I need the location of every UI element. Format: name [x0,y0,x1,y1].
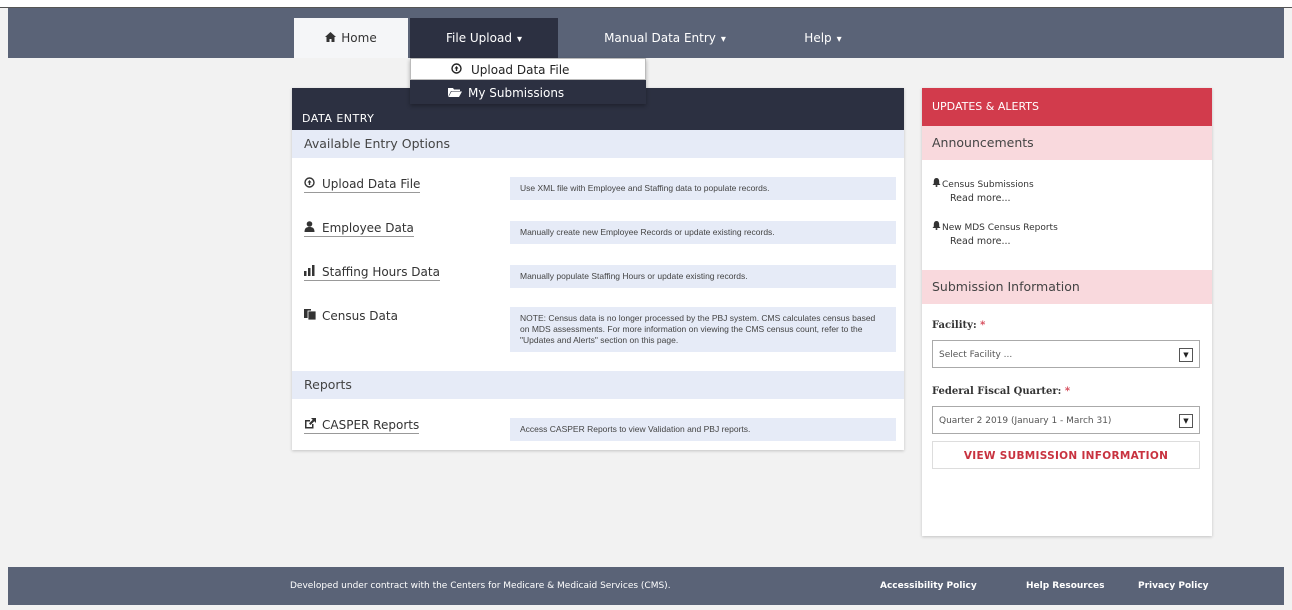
bar-chart-icon [304,265,318,279]
dropdown-my-submissions[interactable]: My Submissions [410,82,646,104]
nav-file-upload[interactable]: File Upload ▾ [410,18,558,58]
user-icon [304,221,318,235]
facility-select-value: Select Facility ... [939,350,1013,360]
facility-select[interactable]: Select Facility ... ▼ [932,340,1200,368]
chevron-down-icon: ▾ [516,34,522,45]
bell-icon [932,178,942,190]
facility-label-text: Facility: [932,320,977,331]
nav-home-label: Home [341,31,377,45]
privacy-policy-link[interactable]: Privacy Policy [1138,567,1209,605]
nav-manual-data-entry[interactable]: Manual Data Entry ▾ [580,18,750,58]
chevron-down-icon: ▼ [1179,414,1193,428]
accessibility-policy-link[interactable]: Accessibility Policy [880,567,977,605]
entry-description: NOTE: Census data is no longer processed… [510,307,896,352]
chevron-down-icon: ▼ [1179,348,1193,362]
file-upload-dropdown: Upload Data File My Submissions [410,58,646,104]
dropdown-submissions-label: My Submissions [468,86,565,100]
footer-text: Developed under contract with the Center… [290,581,671,591]
external-link-icon [304,418,318,432]
casper-reports-link[interactable]: CASPER Reports [304,418,420,434]
required-marker: * [980,320,986,331]
required-marker: * [1064,386,1071,397]
nav-manual-label: Manual Data Entry [604,31,716,45]
entry-casper-reports: CASPER Reports Access CASPER Reports to … [304,418,900,452]
entry-description: Access CASPER Reports to view Validation… [510,418,896,441]
chevron-down-icon: ▾ [836,34,842,45]
entry-description: Manually populate Staffing Hours or upda… [510,265,896,288]
main-navbar: Home File Upload ▾ Manual Data Entry ▾ Hel… [8,8,1284,58]
upload-circle-icon [304,177,318,191]
federal-fiscal-quarter-select[interactable]: Quarter 2 2019 (January 1 - March 31) ▼ [932,406,1200,434]
upload-circle-icon [451,59,467,81]
entry-label: Census Data [322,309,398,323]
entry-staffing-hours-data: Staffing Hours Data Manually populate St… [304,265,900,299]
quarter-label: Federal Fiscal Quarter: * [932,386,1070,397]
data-entry-panel: DATA ENTRY Available Entry Options Uploa… [292,88,904,450]
footer: Developed under contract with the Center… [8,567,1284,605]
facility-label: Facility: * [932,320,985,331]
chevron-down-icon: ▾ [720,34,726,45]
read-more-link[interactable]: Read more... [950,193,1202,204]
entry-label: CASPER Reports [322,418,420,432]
home-icon [325,18,337,58]
upload-data-file-link[interactable]: Upload Data File [304,177,421,193]
reports-header: Reports [292,371,904,399]
quarter-label-text: Federal Fiscal Quarter: [932,386,1062,397]
announcements-header: Announcements [922,126,1212,160]
help-resources-link[interactable]: Help Resources [1026,567,1105,605]
entry-employee-data: Employee Data Manually create new Employ… [304,221,900,255]
bell-icon [932,221,942,233]
nav-home[interactable]: Home [294,18,408,58]
entry-census-data: Census Data NOTE: Census data is no long… [304,307,900,355]
nav-help-label: Help [804,31,832,45]
entry-label: Employee Data [322,221,414,235]
announcement-item: New MDS Census Reports Read more... [932,221,1202,247]
submission-information-header: Submission Information [922,270,1212,304]
updates-alerts-title: UPDATES & ALERTS [922,88,1212,126]
census-data-label: Census Data [304,309,398,324]
view-submission-information-button[interactable]: VIEW SUBMISSION INFORMATION [932,441,1200,469]
announcement-title: New MDS Census Reports [942,223,1058,233]
employee-data-link[interactable]: Employee Data [304,221,414,237]
read-more-link[interactable]: Read more... [950,236,1202,247]
entry-description: Manually create new Employee Records or … [510,221,896,244]
dropdown-upload-label: Upload Data File [471,63,570,77]
entry-upload-data-file: Upload Data File Use XML file with Emplo… [304,177,900,211]
announcement-title: Census Submissions [942,180,1034,190]
nav-file-upload-label: File Upload [446,31,512,45]
staffing-hours-data-link[interactable]: Staffing Hours Data [304,265,440,281]
dropdown-upload-data-file[interactable]: Upload Data File [410,58,646,80]
documents-icon [304,309,318,323]
nav-help[interactable]: Help ▾ [778,18,868,58]
entry-label: Staffing Hours Data [322,265,440,279]
available-entry-options-header: Available Entry Options [292,130,904,158]
entry-description: Use XML file with Employee and Staffing … [510,177,896,200]
folder-open-icon [448,82,464,104]
top-border [0,0,1292,8]
quarter-select-value: Quarter 2 2019 (January 1 - March 31) [939,416,1112,426]
entry-label: Upload Data File [322,177,421,191]
announcement-item: Census Submissions Read more... [932,178,1202,204]
updates-alerts-panel: UPDATES & ALERTS Announcements Census Su… [922,88,1212,536]
